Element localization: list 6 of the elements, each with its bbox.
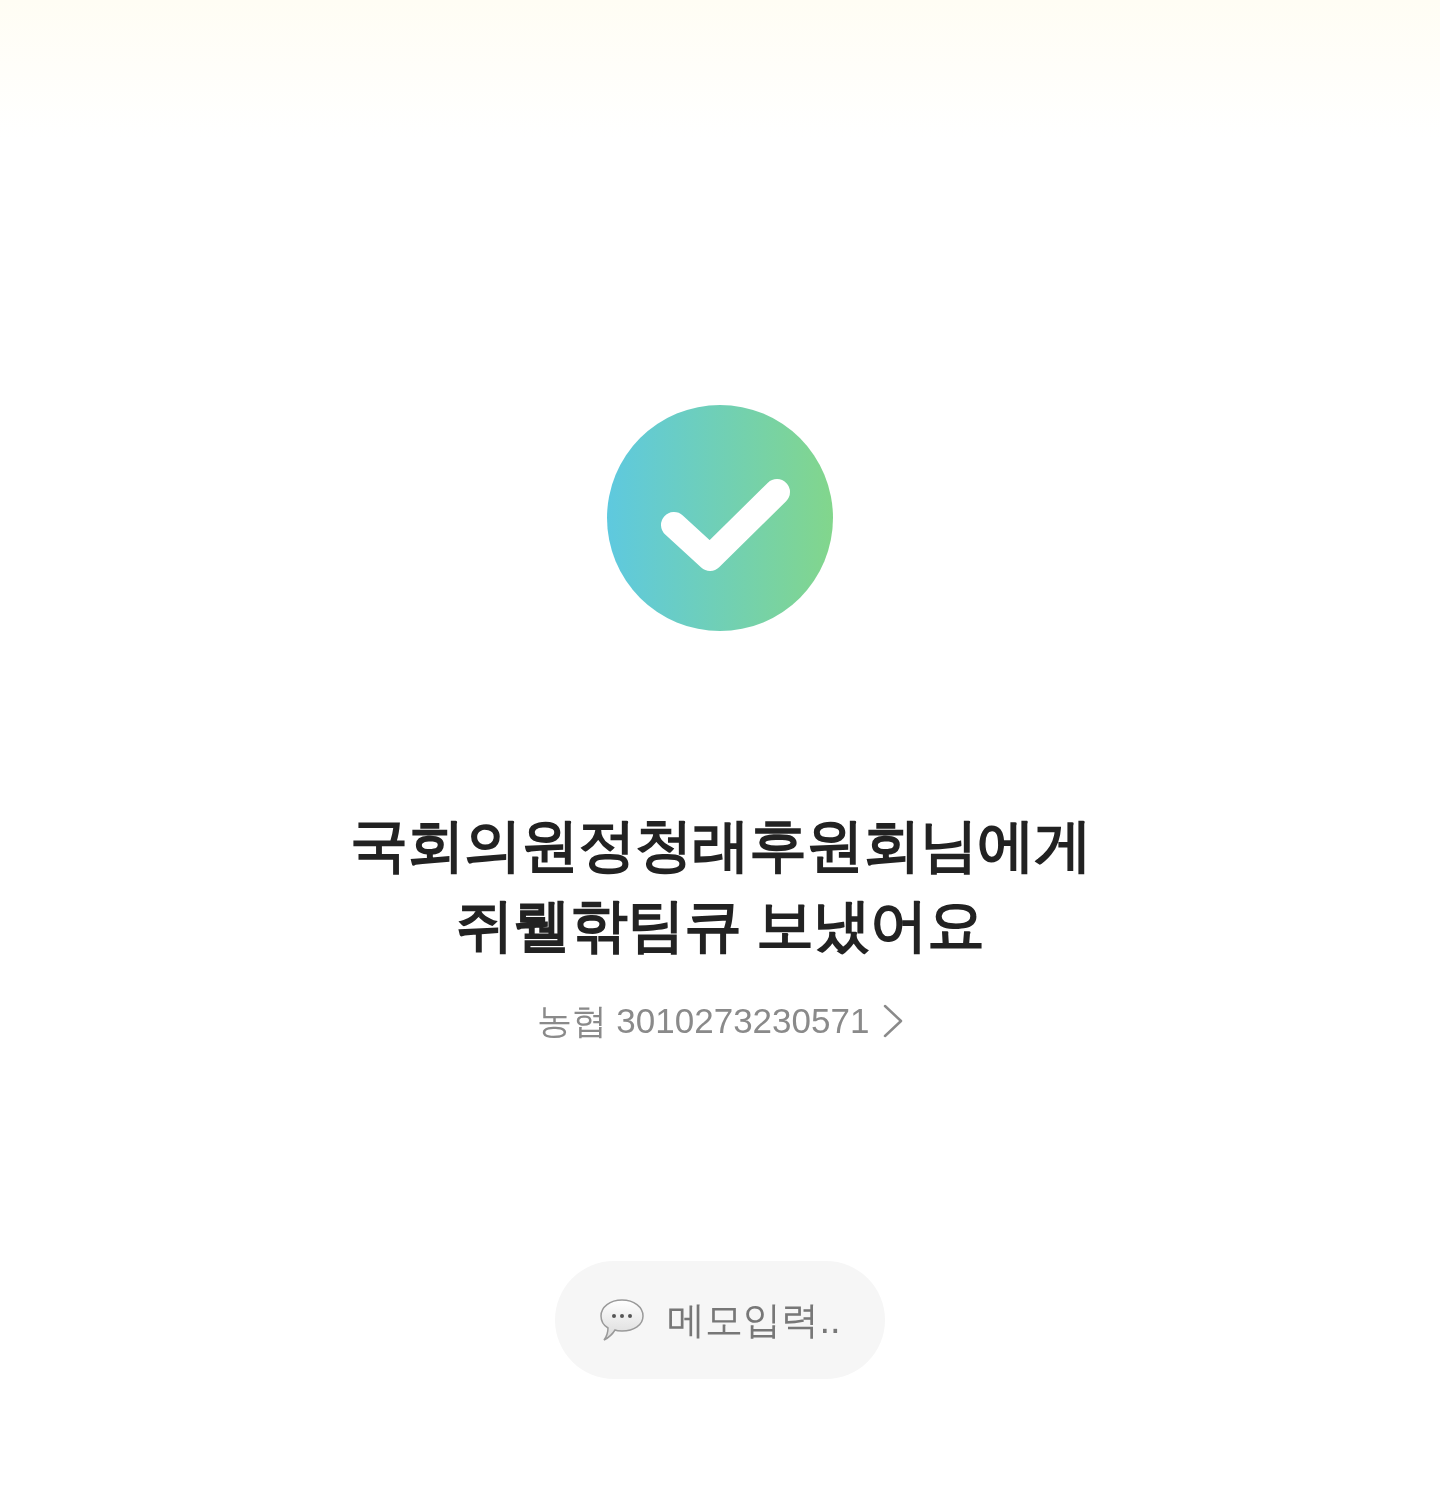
account-link[interactable]: 농협 3010273230571 bbox=[536, 999, 904, 1043]
title: 국회의원정청래후원회님에게 쥐뤨핚팀큐 보냈어요 bbox=[349, 811, 1091, 959]
chevron-right-icon bbox=[883, 1004, 904, 1038]
check-circle-icon bbox=[607, 405, 833, 631]
speech-bubble-icon bbox=[599, 1298, 646, 1342]
memo-button[interactable]: 메모입력.. bbox=[555, 1261, 885, 1379]
